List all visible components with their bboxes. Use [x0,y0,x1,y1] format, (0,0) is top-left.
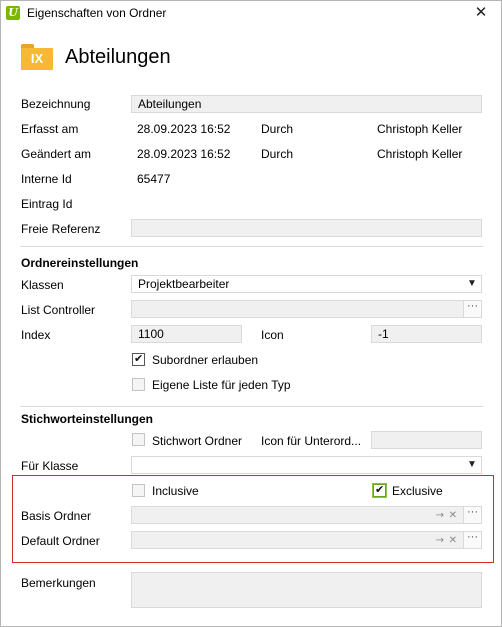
icon-field[interactable]: -1 [371,325,482,343]
clear-icon[interactable]: ✕ [449,533,457,548]
interne-id-value: 65477 [137,172,171,186]
bezeichnung-field[interactable]: Abteilungen [131,95,482,113]
exclusive-label: Exclusive [392,484,443,498]
eigene-liste-label: Eigene Liste für jeden Typ [152,378,291,392]
stichworteinstellungen-title: Stichworteinstellungen [21,412,154,426]
interne-id-label: Interne Id [21,172,72,186]
fuer-klasse-select[interactable]: ▼ [131,456,482,474]
inclusive-checkbox[interactable] [132,484,145,497]
geaendert-label: Geändert am [21,147,92,161]
icon-label: Icon [261,328,284,342]
klassen-select[interactable]: Projektbearbeiter ▼ [131,275,482,293]
list-controller-label: List Controller [21,303,96,317]
clear-icon[interactable]: ✕ [449,508,457,523]
window-title: Eigenschaften von Ordner [27,6,167,20]
chevron-down-icon[interactable]: ▼ [465,458,479,472]
basis-ordner-field[interactable]: → ✕ ··· [131,506,482,524]
close-button[interactable]: ✕ [471,3,491,23]
browse-button[interactable]: ··· [463,301,481,317]
stichwort-ordner-checkbox[interactable] [132,433,145,446]
fuer-klasse-label: Für Klasse [21,459,79,473]
divider [20,406,483,407]
ordnereinstellungen-title: Ordnereinstellungen [21,256,139,270]
index-label: Index [21,328,51,342]
browse-button[interactable]: ··· [463,507,481,523]
chevron-down-icon[interactable]: ▼ [465,277,479,291]
erfasst-durch-label: Durch [261,122,294,136]
inclusive-label: Inclusive [152,484,199,498]
icon-unterordner-label: Icon für Unterord... [261,434,362,448]
default-ordner-label: Default Ordner [21,534,100,548]
subordner-checkbox[interactable] [132,352,145,366]
exclusive-checkbox[interactable] [372,483,387,498]
geaendert-durch-label: Durch [261,147,294,161]
klassen-label: Klassen [21,278,64,292]
stichwort-ordner-label: Stichwort Ordner [152,434,243,448]
freie-referenz-label: Freie Referenz [21,222,101,236]
eintrag-id-label: Eintrag Id [21,197,73,211]
title-bar: U Eigenschaften von Ordner ✕ [1,1,501,27]
bezeichnung-label: Bezeichnung [21,97,91,111]
icon-unterordner-field[interactable] [371,431,482,449]
eigene-liste-checkbox[interactable] [132,378,145,391]
navigate-arrow-icon[interactable]: → [436,508,444,523]
page-title: Abteilungen [65,46,171,68]
default-ordner-field[interactable]: → ✕ ··· [131,531,482,549]
freie-referenz-field[interactable] [131,219,482,237]
bemerkungen-label: Bemerkungen [21,576,96,590]
properties-dialog: U Eigenschaften von Ordner ✕ IX Abteilun… [0,0,502,627]
erfasst-label: Erfasst am [21,122,79,136]
basis-ordner-label: Basis Ordner [21,509,92,523]
index-field[interactable]: 1100 [131,325,242,343]
browse-button[interactable]: ··· [463,532,481,548]
list-controller-field[interactable]: ··· [131,300,482,318]
divider [20,246,483,247]
subordner-label: Subordner erlauben [152,353,259,367]
erfasst-date: 28.09.2023 16:52 [137,122,231,136]
folder-icon: IX [21,44,53,70]
navigate-arrow-icon[interactable]: → [436,533,444,548]
erfasst-user: Christoph Keller [377,122,463,136]
klassen-value: Projektbearbeiter [138,277,230,291]
geaendert-user: Christoph Keller [377,147,463,161]
app-logo-icon: U [6,6,20,20]
geaendert-date: 28.09.2023 16:52 [137,147,231,161]
bemerkungen-field[interactable] [131,572,482,608]
